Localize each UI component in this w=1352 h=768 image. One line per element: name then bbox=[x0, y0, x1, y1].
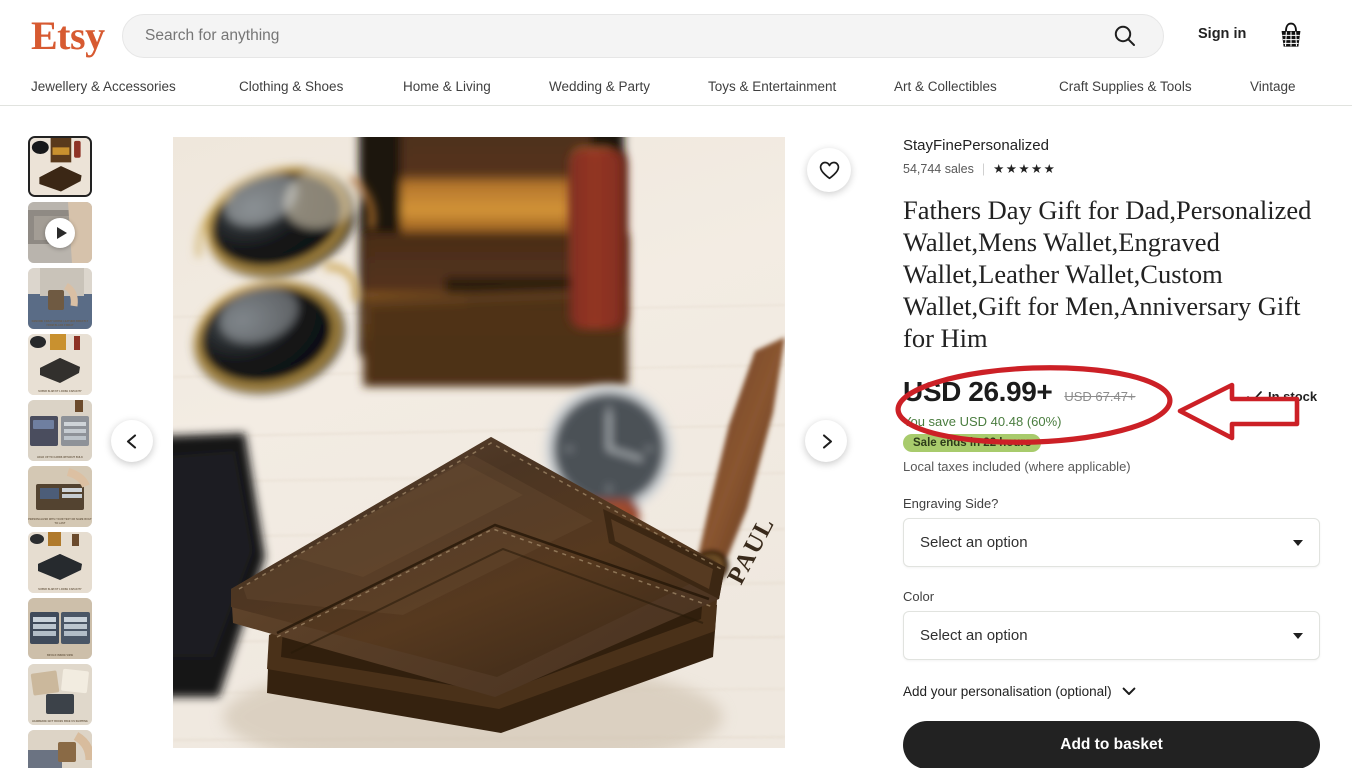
thumbnail-rail[interactable]: GENUINE CRAZY HORSE LEATHER DIRECTLY FRO… bbox=[28, 136, 94, 768]
shop-name-link[interactable]: StayFinePersonalized bbox=[903, 137, 1323, 155]
chevron-left-icon bbox=[126, 433, 136, 449]
savings-text: You save USD 40.48 (60%) bbox=[903, 414, 1062, 429]
search-icon bbox=[1114, 25, 1135, 46]
site-header: Etsy Sign in bbox=[0, 0, 1352, 70]
nav-item-1[interactable]: Clothing & Shoes bbox=[239, 79, 343, 94]
favorite-button[interactable] bbox=[807, 148, 851, 192]
nav-item-3[interactable]: Wedding & Party bbox=[549, 79, 650, 94]
option-label-0: Engraving Side? bbox=[903, 496, 999, 511]
thumbnail-image bbox=[28, 268, 92, 329]
check-icon bbox=[1247, 390, 1262, 402]
thumb-9-giftbox[interactable]: HANDMADE GIFT BOXES FREE US SHIPPING bbox=[28, 664, 92, 725]
stock-status: In stock bbox=[1247, 389, 1317, 404]
engraving-side-value: Select an option bbox=[920, 534, 1028, 551]
color-select[interactable]: Select an option bbox=[903, 611, 1320, 660]
thumbnail-image bbox=[28, 532, 92, 593]
engraving-side-select[interactable]: Select an option bbox=[903, 518, 1320, 567]
etsy-product-page: Etsy Sign in bbox=[0, 0, 1352, 768]
nav-item-0[interactable]: Jewellery & Accessories bbox=[31, 79, 176, 94]
local-taxes-note: Local taxes included (where applicable) bbox=[903, 459, 1131, 474]
thumbnail-image bbox=[28, 466, 92, 527]
gallery-prev-button[interactable] bbox=[111, 420, 153, 462]
thumbnail-image bbox=[28, 334, 92, 395]
nav-item-5[interactable]: Art & Collectibles bbox=[894, 79, 997, 94]
thumbnail-image bbox=[28, 400, 92, 461]
sales-count: 54,744 sales bbox=[903, 161, 974, 176]
thumb-3-pocket[interactable]: GENUINE CRAZY HORSE LEATHER DIRECTLY FRO… bbox=[28, 268, 92, 329]
nav-item-6[interactable]: Craft Supplies & Tools bbox=[1059, 79, 1192, 94]
thumb-8-interior[interactable]: BIFOLD INSIDE VIEW bbox=[28, 598, 92, 659]
thumb-10-lifestyle[interactable] bbox=[28, 730, 92, 768]
sign-in-link[interactable]: Sign in bbox=[1198, 26, 1246, 42]
meta-divider: | bbox=[981, 161, 986, 176]
option-label-1: Color bbox=[903, 589, 935, 604]
color-value: Select an option bbox=[920, 627, 1028, 644]
thumb-6-open-wallet[interactable]: PERSONALIZED WITH YOUR TEXT OR NAME BUIL… bbox=[28, 466, 92, 527]
nav-item-7[interactable]: Vintage bbox=[1250, 79, 1296, 94]
thumb-1-wallet-flatlay[interactable] bbox=[28, 136, 92, 197]
cart-button[interactable] bbox=[1276, 20, 1306, 52]
play-icon[interactable] bbox=[45, 217, 75, 248]
thumbnail-image bbox=[28, 664, 92, 725]
add-to-basket-button[interactable]: Add to basket bbox=[903, 721, 1320, 768]
caret-down-icon bbox=[1293, 632, 1303, 639]
thumb-7-dark-wallet[interactable]: SUPER SLIM FIT LOOSE CAPACITY bbox=[28, 532, 92, 593]
nav-item-4[interactable]: Toys & Entertainment bbox=[708, 79, 836, 94]
product-main-image[interactable]: PAUL bbox=[173, 137, 785, 748]
thumbnail-image bbox=[30, 138, 90, 195]
search-button[interactable] bbox=[1087, 15, 1163, 57]
thumbnail-image bbox=[28, 730, 92, 768]
page-title: Fathers Day Gift for Dad,Personalized Wa… bbox=[903, 195, 1312, 353]
gallery-next-button[interactable] bbox=[805, 420, 847, 462]
search-bar[interactable] bbox=[122, 14, 1164, 58]
thumb-5-cards[interactable]: HOLD UP TO CARDS WITHOUT BULK bbox=[28, 400, 92, 461]
etsy-logo[interactable]: Etsy bbox=[31, 14, 105, 58]
current-price: USD 26.99+ bbox=[903, 376, 1053, 407]
thumb-4-desk[interactable]: SUPER SLIM FIT LOOSE CAPACITY bbox=[28, 334, 92, 395]
personalisation-label: Add your personalisation (optional) bbox=[903, 684, 1112, 699]
stock-status-label: In stock bbox=[1268, 389, 1318, 404]
heart-icon bbox=[819, 161, 839, 179]
original-price: USD 67.47+ bbox=[1064, 389, 1136, 404]
sale-countdown-badge: Sale ends in 22 hours bbox=[903, 434, 1042, 452]
search-input[interactable] bbox=[123, 15, 1087, 57]
chevron-down-icon bbox=[1122, 687, 1136, 695]
basket-icon bbox=[1281, 22, 1301, 47]
personalisation-toggle[interactable]: Add your personalisation (optional) bbox=[903, 684, 1323, 699]
caret-down-icon bbox=[1293, 539, 1303, 546]
thumbnail-image bbox=[28, 598, 92, 659]
chevron-right-icon bbox=[822, 433, 832, 449]
nav-item-2[interactable]: Home & Living bbox=[403, 79, 491, 94]
thumb-2-video[interactable] bbox=[28, 202, 92, 263]
category-nav: Jewellery & Accessories Clothing & Shoes… bbox=[0, 70, 1352, 106]
shop-meta: 54,744 sales | ★★★★★ bbox=[903, 161, 1323, 177]
product-info-panel: StayFinePersonalized 54,744 sales | ★★★★… bbox=[903, 137, 1323, 768]
product-photo: PAUL bbox=[173, 137, 785, 748]
rating-stars[interactable]: ★★★★★ bbox=[993, 161, 1056, 176]
